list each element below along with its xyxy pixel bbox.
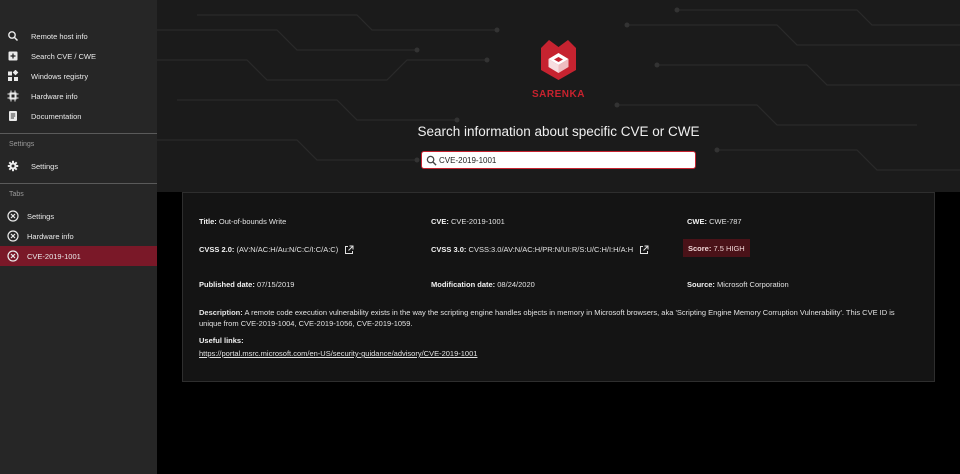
source-field: Source: Microsoft Corporation [687,280,789,289]
modification-date-field: Modification date: 08/24/2020 [431,280,535,289]
search-icon [8,31,19,42]
nav-item-documentation[interactable]: Documentation [0,106,157,126]
external-link-icon[interactable] [344,245,354,255]
published-date-field: Published date: 07/15/2019 [199,280,294,289]
field-label: Description: [199,308,243,317]
field-label: CVE: [431,217,449,226]
cvss3-value: CVSS:3.0/AV:N/AC:H/PR:N/UI:R/S:U/C:H/I:H… [468,245,634,254]
cve-value: CVE-2019-1001 [451,217,505,226]
brand-name: SARENKA [532,89,585,100]
widgets-icon [8,70,19,81]
score-value: 7.5 HIGH [713,243,745,253]
nav-item-settings[interactable]: Settings [0,156,157,176]
tab-cve-2019-1001[interactable]: CVE-2019-1001 [0,246,157,266]
cwe-field: CWE: CWE-787 [687,217,742,226]
nav-item-label: Search CVE / CWE [31,51,97,61]
search-box[interactable] [421,151,696,169]
tab-label: Hardware info [27,231,74,241]
nav-item-search-cve-cwe[interactable]: Search CVE / CWE [0,46,157,66]
search-header: SARENKA Search information about specifi… [157,0,960,192]
tab-hardware-info[interactable]: Hardware info [0,226,157,246]
sidebar: Remote host info Search CVE / CWE Window… [0,0,157,474]
add-box-icon [8,51,18,61]
cwe-value: CWE-787 [709,217,742,226]
description: Description: A remote code execution vul… [199,308,919,329]
nav-item-remote-host-info[interactable]: Remote host info [0,26,157,46]
title-field: Title: Out-of-bounds Write [199,217,286,226]
document-icon [9,111,17,121]
sarenka-logo [541,40,576,80]
published-date-value: 07/15/2019 [256,280,295,289]
nav-item-label: Windows registry [31,71,89,81]
cvss2-value: (AV:N/AC:H/Au:N/C:C/I:C/A:C) [236,245,339,254]
field-label: Title: [199,217,217,226]
field-label: Modification date: [431,280,496,289]
cve-details-card: Title: Out-of-bounds Write CVE: CVE-2019… [182,192,935,382]
modification-date-value: 08/24/2020 [497,280,535,289]
divider [0,133,157,134]
external-link-icon[interactable] [639,245,649,255]
field-label: Source: [687,280,715,289]
tab-settings[interactable]: Settings [0,206,157,226]
nav-item-label: Settings [31,161,59,171]
search-icon [426,155,437,166]
close-circle-icon[interactable] [7,210,19,222]
advisory-link[interactable]: https://portal.msrc.microsoft.com/en-US/… [199,349,477,358]
section-title-tabs: Tabs [9,191,24,198]
page-title: Search information about specific CVE or… [417,124,700,139]
nav-item-windows-registry[interactable]: Windows registry [0,66,157,86]
gear-icon [7,160,19,172]
useful-links-title: Useful links: [199,336,244,345]
cvss3-field: CVSS 3.0: CVSS:3.0/AV:N/AC:H/PR:N/UI:R/S… [431,245,649,255]
cvss2-field: CVSS 2.0: (AV:N/AC:H/Au:N/C:C/I:C/A:C) [199,245,354,255]
tab-label: CVE-2019-1001 [27,251,81,261]
divider [0,183,157,184]
field-label: CVSS 2.0: [199,245,235,254]
section-title-settings: Settings [9,141,35,148]
close-circle-icon[interactable] [7,250,19,262]
tab-label: Settings [27,211,55,221]
source-value: Microsoft Corporation [717,280,789,289]
nav-item-label: Documentation [31,111,82,121]
chip-icon [7,90,19,102]
field-label: CWE: [687,217,707,226]
field-label: CVSS 3.0: [431,245,467,254]
nav-item-hardware-info[interactable]: Hardware info [0,86,157,106]
cve-field: CVE: CVE-2019-1001 [431,217,505,226]
title-value: Out-of-bounds Write [218,217,287,226]
score-badge: Score: 7.5 HIGH [683,239,750,257]
description-value: A remote code execution vulnerability ex… [199,308,895,328]
nav-item-label: Remote host info [31,31,88,41]
field-label: Published date: [199,280,255,289]
field-label: Score: [688,243,712,253]
nav-item-label: Hardware info [31,91,78,101]
close-circle-icon[interactable] [7,230,19,242]
search-input[interactable] [439,153,689,167]
